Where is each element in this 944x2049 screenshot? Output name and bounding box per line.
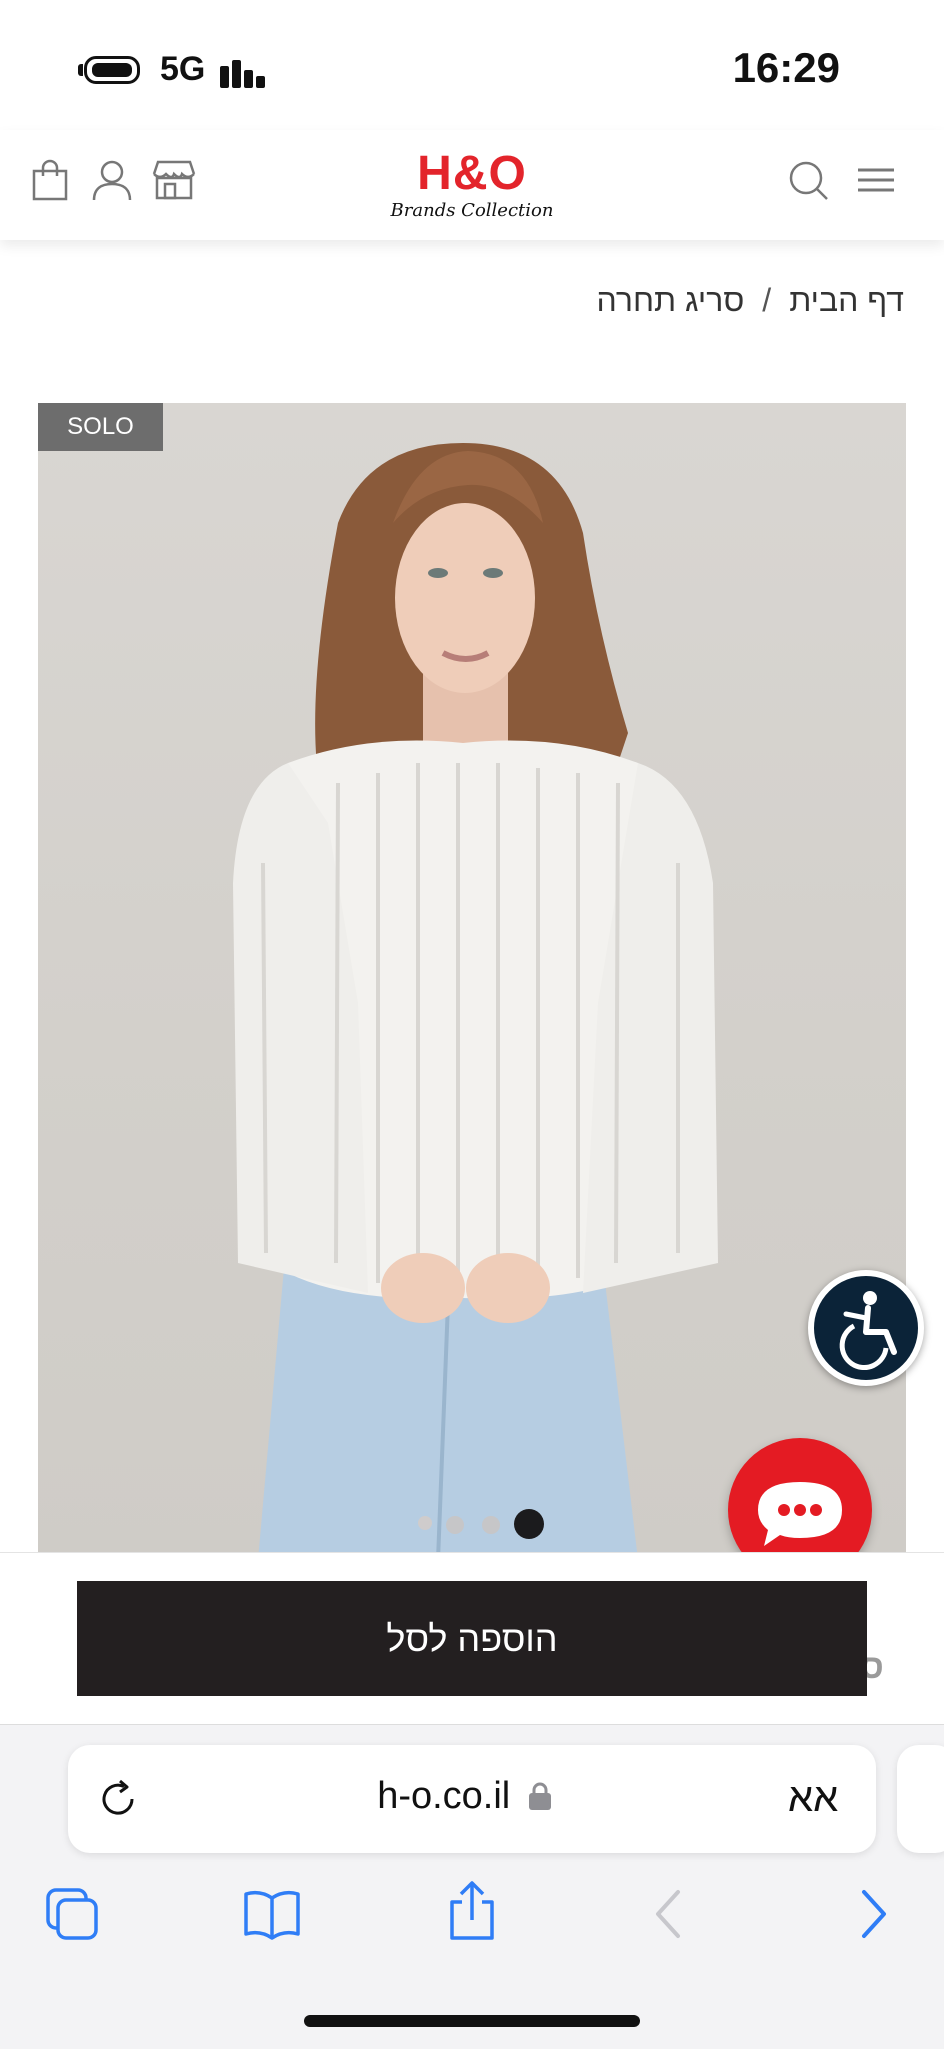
home-indicator[interactable] [304, 2015, 640, 2027]
bag-icon[interactable] [28, 158, 72, 202]
status-bar: 5G 16:29 [0, 0, 944, 130]
back-icon[interactable] [650, 1888, 686, 1945]
reload-icon[interactable] [96, 1777, 140, 1826]
share-icon[interactable] [446, 1880, 498, 1947]
accessibility-button[interactable] [808, 1270, 924, 1386]
battery-level [92, 63, 132, 77]
user-icon[interactable] [90, 158, 134, 202]
status-time: 16:29 [732, 44, 840, 91]
next-tab-preview[interactable] [897, 1745, 944, 1853]
bookmarks-icon[interactable] [242, 1888, 302, 1945]
battery-icon [84, 56, 140, 84]
site-logo[interactable]: H&O Brands Collection [370, 150, 574, 230]
store-icon[interactable] [150, 158, 198, 202]
logo-tagline: Brands Collection [390, 200, 554, 221]
breadcrumb-home[interactable]: דף הבית [789, 282, 904, 318]
site-header: H&O Brands Collection [0, 130, 944, 240]
breadcrumb-separator: / [762, 282, 772, 318]
wheelchair-icon [839, 1291, 897, 1370]
url-text[interactable]: h-o.co.il [300, 1775, 630, 1818]
url-domain: h-o.co.il [377, 1775, 511, 1817]
product-badge: SOLO [38, 403, 163, 451]
add-to-cart-button[interactable]: הוספה לסל [77, 1581, 867, 1696]
gallery-dot-active[interactable] [514, 1509, 544, 1539]
gallery-dot-3[interactable] [482, 1516, 500, 1534]
product-photo [233, 443, 718, 1560]
menu-icon[interactable] [854, 158, 898, 202]
battery-cap [78, 64, 83, 76]
tabs-icon[interactable] [44, 1886, 100, 1947]
text-size-button[interactable]: אא [788, 1776, 838, 1821]
gallery-dot-2[interactable] [446, 1516, 464, 1534]
network-type: 5G [160, 50, 206, 88]
breadcrumb-current: סריג תחרה [596, 282, 745, 318]
breadcrumb: דף הבית / סריג תחרה [597, 282, 904, 319]
product-image[interactable] [38, 403, 906, 1560]
lock-icon [528, 1782, 551, 1810]
gallery-dot-1[interactable] [418, 1516, 432, 1530]
search-icon[interactable] [786, 158, 830, 202]
forward-icon[interactable] [856, 1888, 892, 1945]
signal-icon [220, 52, 270, 88]
logo-wordmark: H&O [417, 147, 527, 200]
